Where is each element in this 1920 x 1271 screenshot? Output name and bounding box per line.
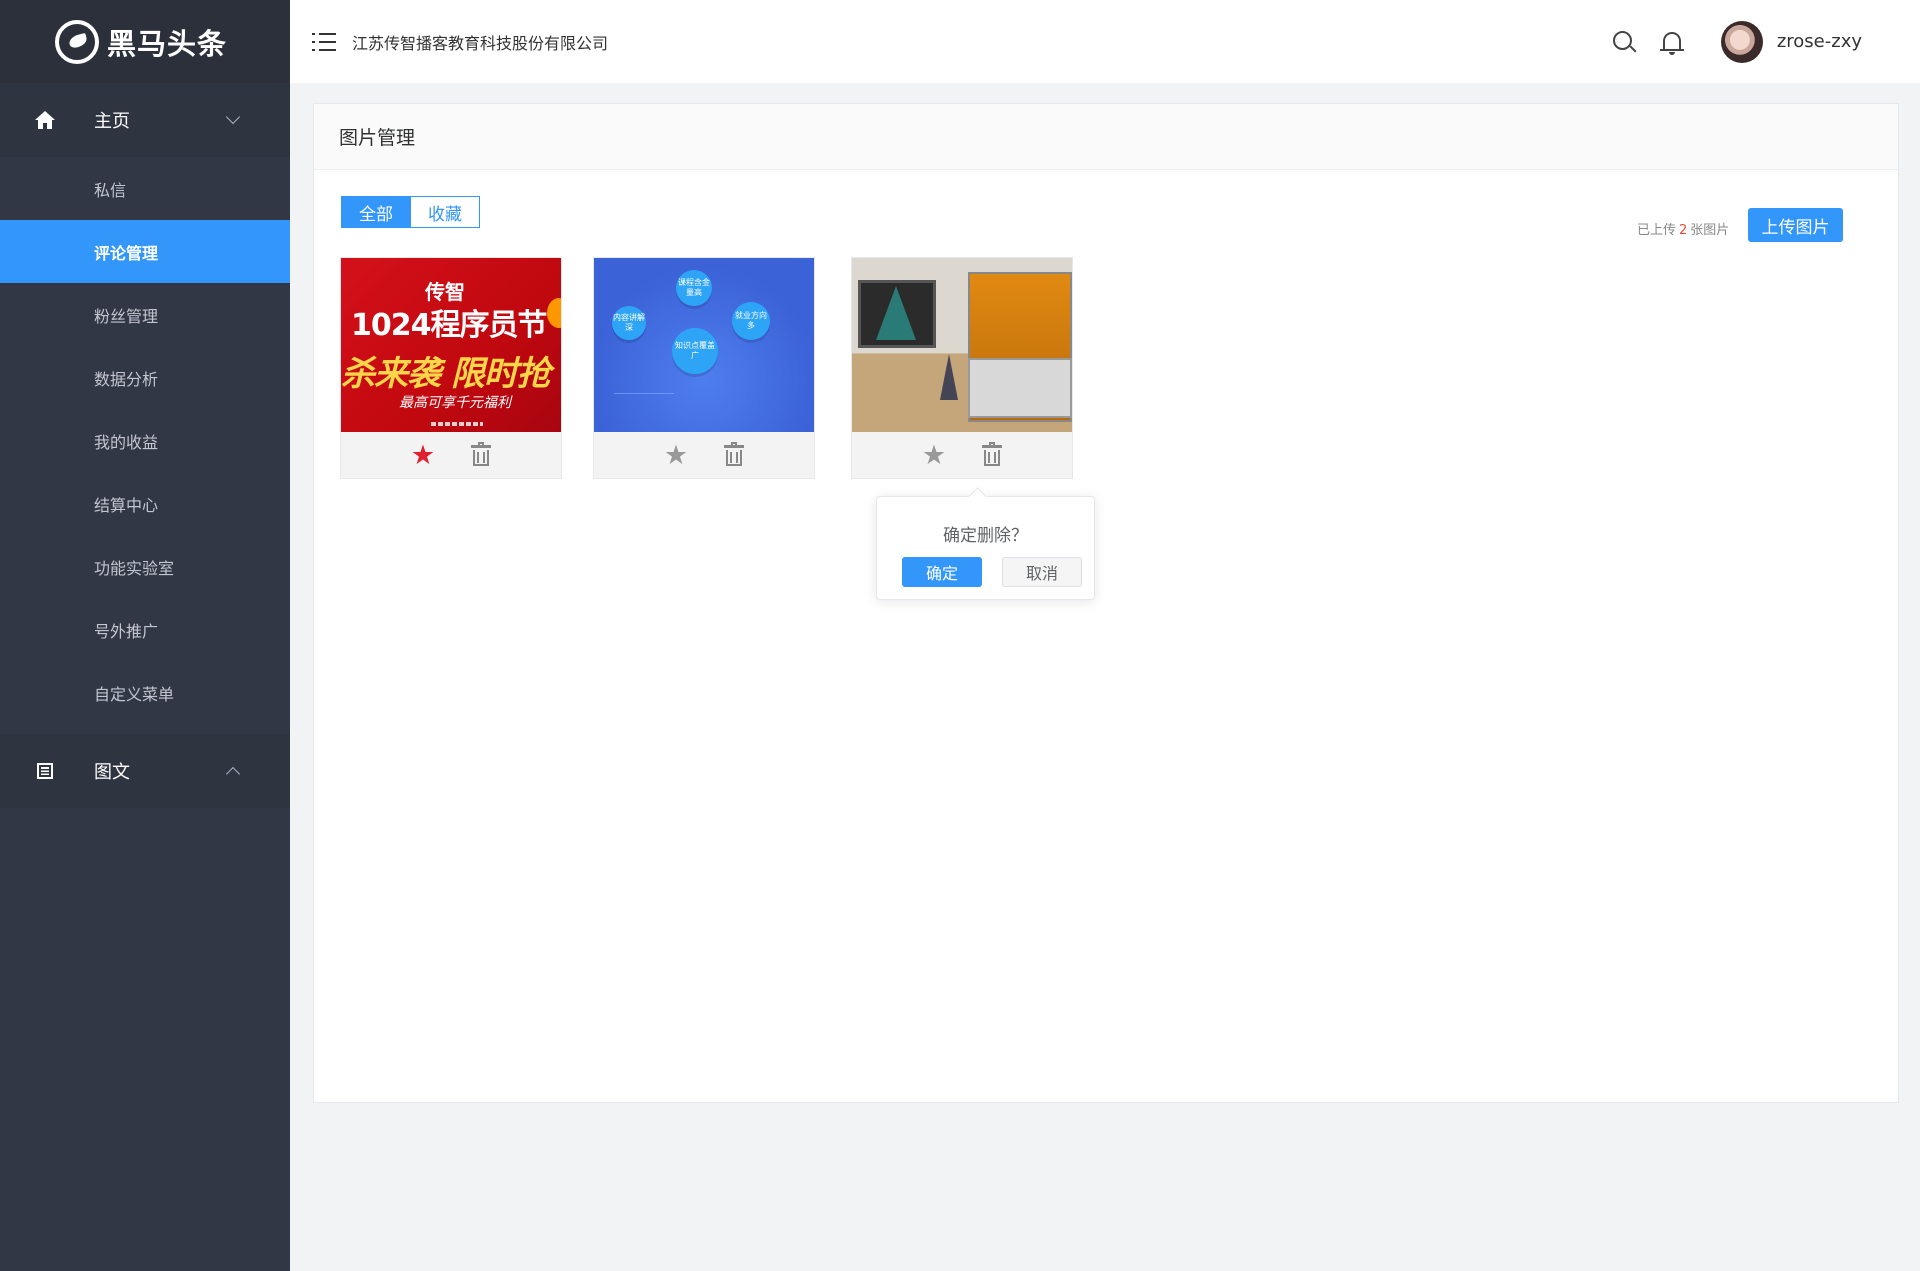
trash-rib [730,452,733,463]
top-header: 江苏传智播客教育科技股份有限公司 zrose-zxy [290,0,1920,83]
hamburger-line [319,48,336,51]
image-management-card: 图片管理 全部 收藏 已上传 2 张图片 上传图片 传智 1024程序员节 杀来袭 … [313,103,1899,1103]
trash-rib [988,452,991,463]
trash-rib [736,452,739,463]
trash-rib [477,452,480,463]
bell-clapper [1668,51,1675,55]
filter-tabs: 全部 收藏 [341,196,480,228]
image-actions: ★ [852,432,1072,478]
article-icon [34,760,56,782]
upload-count-text: 已上传 2 张图片 [1637,219,1729,238]
banner-text: 最高可享千元福利 [399,395,511,411]
sidebar-item-custom-menu[interactable]: 自定义菜单 [0,661,290,724]
bubble: 就业方向多 [732,302,770,340]
trash-lid [724,445,745,448]
sidebar-item-fans[interactable]: 粉丝管理 [0,283,290,346]
menu-group-label: 图文 [94,762,130,783]
chevron-up-icon [225,766,241,782]
trash-icon[interactable] [724,442,745,466]
page-title: 图片管理 [314,104,1898,170]
star-icon[interactable]: ★ [922,442,946,469]
sidebar-item-lab[interactable]: 功能实验室 [0,535,290,598]
menu-group-articles[interactable]: 图文 [0,734,290,808]
hamburger-line [319,40,336,43]
printer-base [968,358,1072,418]
sidebar-item-settlement[interactable]: 结算中心 [0,472,290,535]
upload-prefix: 已上传 [1637,223,1677,238]
banner-text: 1024程序员节 [351,308,547,343]
trash-icon[interactable] [471,442,492,466]
sidebar-item-messages[interactable]: 私信 [0,157,290,220]
submenu-home: 私信 评论管理 粉丝管理 数据分析 我的收益 结算中心 功能实验室 号外推广 自… [0,157,290,734]
logo[interactable]: 黑马头条 [0,0,290,83]
menu-group-home[interactable]: 主页 [0,83,290,157]
hamburger-icon[interactable] [312,32,336,51]
trash-rib [483,452,486,463]
trash-icon[interactable] [982,442,1003,466]
trash-bin [726,450,743,466]
sidebar: 黑马头条 主页 私信 评论管理 粉丝管理 数据分析 我的收益 结算中心 功能实验… [0,0,290,1271]
chevron-down-icon [225,109,241,125]
bubble: 知识点覆盖广 [672,328,718,374]
upload-suffix: 张图片 [1690,223,1730,238]
star-icon[interactable]: ★ [411,442,435,469]
popconfirm-title: 确定删除？ [943,526,1028,546]
tab-all[interactable]: 全部 [341,196,411,228]
bubble: 课程含金量高 [676,270,712,306]
star-icon[interactable]: ★ [664,442,688,469]
horse-logo-icon [55,19,99,64]
trash-rib [994,452,997,463]
carousel-dots [431,422,483,426]
bubble: 内容讲解深 [612,306,646,340]
trash-bin [473,450,490,466]
search-icon[interactable] [1611,29,1637,55]
decorative-line [614,393,674,394]
upload-count: 2 [1679,223,1688,238]
tab-favorites[interactable]: 收藏 [411,196,480,228]
confirm-button[interactable]: 确定 [902,557,982,587]
tower-model [876,286,916,340]
submenu-spacer [0,724,290,734]
image-card: 课程含金量高 内容讲解深 就业方向多 知识点覆盖广 ★ [593,257,815,479]
logo-text: 黑马头条 [107,26,228,61]
hamburger-dot [312,32,315,35]
trash-lid [982,445,1003,448]
hamburger-dot [312,40,315,43]
image-card: ★ [851,257,1073,479]
cancel-button[interactable]: 取消 [1002,557,1082,587]
company-name: 江苏传智播客教育科技股份有限公司 [352,33,609,53]
trash-lid [471,445,492,448]
sidebar-item-earnings[interactable]: 我的收益 [0,409,290,472]
avatar[interactable] [1720,20,1763,63]
menu-group-label: 主页 [94,111,130,132]
banner-text: 杀来袭 限时抢 [341,354,551,394]
header-actions: zrose-zxy [1611,20,1862,63]
image-actions: ★ [341,432,561,478]
bell-icon[interactable] [1659,29,1685,55]
sidebar-item-analytics[interactable]: 数据分析 [0,346,290,409]
image-thumbnail [852,258,1072,432]
sidebar-item-promotion[interactable]: 号外推广 [0,598,290,661]
printer-photo [852,258,1072,432]
delete-popconfirm: 确定删除？ 确定 取消 [876,496,1095,600]
banner-red: 传智 1024程序员节 杀来袭 限时抢 最高可享千元福利 [341,258,561,432]
home-icon [34,109,56,131]
hamburger-dot [312,48,315,51]
bell-base [1659,48,1684,51]
printed-tower [940,354,958,400]
clock-decoration-icon [547,298,561,328]
hamburger-line [319,32,336,35]
banner-blue: 课程含金量高 内容讲解深 就业方向多 知识点覆盖广 [594,258,814,432]
sidebar-item-comments[interactable]: 评论管理 [0,220,290,283]
image-actions: ★ [594,432,814,478]
search-handle [1629,44,1637,53]
bell-body [1662,31,1681,50]
trash-bin [984,450,1001,466]
username[interactable]: zrose-zxy [1777,31,1862,52]
upload-image-button[interactable]: 上传图片 [1748,208,1843,242]
image-card: 传智 1024程序员节 杀来袭 限时抢 最高可享千元福利 ★ [340,257,562,479]
image-thumbnail: 课程含金量高 内容讲解深 就业方向多 知识点覆盖广 [594,258,814,432]
image-thumbnail: 传智 1024程序员节 杀来袭 限时抢 最高可享千元福利 [341,258,561,432]
